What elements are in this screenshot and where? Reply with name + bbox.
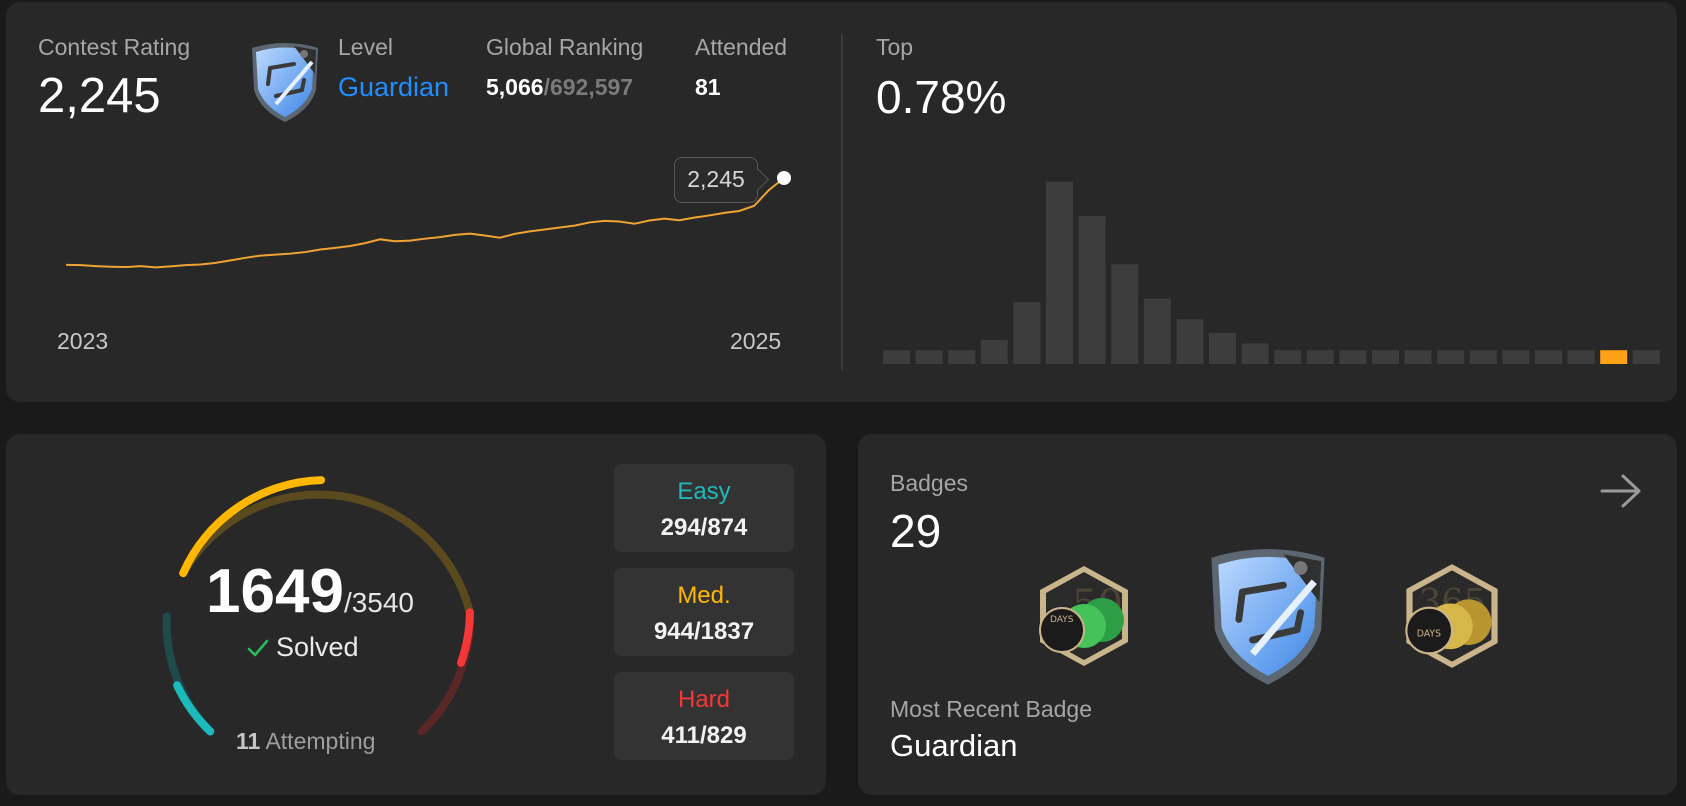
distribution-bar (1469, 350, 1497, 364)
solved-total: /3540 (343, 587, 415, 618)
distribution-bar (1078, 216, 1106, 364)
attempting-label: Attempting (265, 728, 376, 754)
distribution-bar (1372, 350, 1399, 364)
solved-card: 1649/3540 Solved 11 Attempting Easy 294/… (6, 434, 826, 795)
distribution-bar (1209, 333, 1236, 364)
badges-count: 29 (890, 505, 942, 557)
distribution-bar (1013, 302, 1041, 364)
easy-progress (173, 681, 215, 736)
distribution-bar (883, 350, 910, 364)
distribution-bar (1241, 343, 1269, 364)
arrow-right-icon[interactable] (1599, 472, 1645, 510)
guardian-shield-icon (1211, 549, 1325, 685)
distribution-bar (1632, 350, 1660, 364)
distribution-bar (1404, 350, 1432, 364)
365-days-badge-icon: 365 DAYS (1405, 564, 1498, 668)
most-recent-badge-label: Most Recent Badge (890, 696, 1093, 722)
distribution-bar (1306, 350, 1334, 364)
distribution-bar-current (1600, 350, 1628, 364)
rating-distribution-chart (883, 181, 1660, 364)
medium-value: 944/1837 (653, 618, 755, 645)
easy-value: 294/874 (660, 514, 748, 541)
distribution-bar (1339, 350, 1367, 364)
hard-track (417, 608, 474, 736)
easy-track (162, 612, 215, 736)
easy-stat-card[interactable]: Easy 294/874 (614, 464, 794, 552)
distribution-bar (1274, 350, 1302, 364)
badges-card: Badges 29 50 DAYS 365 DAYS (858, 434, 1677, 795)
distribution-bar (1143, 298, 1171, 364)
distribution-bar (980, 339, 1008, 364)
distribution-bar (1046, 181, 1073, 364)
distribution-bar (1111, 264, 1139, 364)
distribution-bar (1535, 350, 1562, 364)
distribution-bar (1502, 350, 1530, 364)
attempting-count: 11 (236, 728, 261, 754)
badges-label: Badges (890, 470, 969, 496)
easy-label: Easy (677, 478, 731, 505)
medium-label: Med. (677, 582, 731, 609)
hard-value: 411/829 (661, 722, 747, 749)
days-text: DAYS (1417, 629, 1441, 640)
most-recent-badge-value: Guardian (890, 728, 1018, 763)
distribution-bar (1176, 319, 1204, 364)
distribution-bar (948, 350, 976, 364)
50-days-badge-icon: 50 DAYS (1039, 566, 1128, 666)
solved-label: Solved (276, 632, 359, 662)
medium-stat-card[interactable]: Med. 944/1837 (614, 568, 794, 656)
solved-count: 1649 (206, 557, 344, 626)
days-text: DAYS (1050, 615, 1074, 625)
distribution-bar (1567, 350, 1595, 364)
hard-stat-card[interactable]: Hard 411/829 (614, 672, 794, 760)
contest-card: Contest Rating 2,245 Level Guardian Glob… (6, 2, 1677, 402)
hard-label: Hard (677, 686, 731, 713)
check-icon (247, 639, 269, 656)
distribution-bar (1437, 350, 1465, 364)
distribution-bar (915, 350, 943, 364)
